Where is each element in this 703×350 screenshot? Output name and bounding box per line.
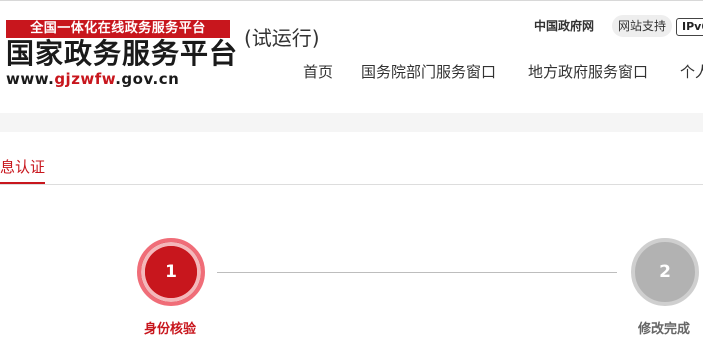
step-2-number: 2 — [659, 262, 671, 282]
logo-url-suffix: .gov.cn — [115, 70, 180, 88]
logo-banner[interactable]: 全国一体化在线政务服务平台 — [6, 20, 230, 38]
nav-item-local-gov[interactable]: 地方政府服务窗口 — [528, 60, 648, 84]
logo-url-highlight: gjzwfw — [54, 70, 116, 88]
nav-item-personal[interactable]: 个人 — [680, 60, 703, 84]
step-2-circle: 2 — [631, 238, 699, 306]
tab-identity-verification[interactable]: 息认证 — [0, 157, 45, 177]
step-2-label: 修改完成 — [638, 322, 691, 337]
logo-url-prefix: www. — [6, 70, 55, 88]
step-1-circle: 1 — [137, 238, 205, 306]
step-connector — [217, 272, 617, 273]
ipv6-badge: IPv6 — [676, 18, 703, 36]
site-support-button[interactable]: 网站支持 — [612, 15, 672, 37]
header-separator-band — [0, 113, 703, 132]
page: 全国一体化在线政务服务平台 国家政务服务平台 www.gjzwfw.gov.cn… — [0, 0, 703, 350]
gov-site-link[interactable]: 中国政府网 — [534, 17, 594, 35]
step-1-number: 1 — [165, 262, 177, 282]
nav-item-home[interactable]: 首页 — [303, 60, 333, 84]
logo-url[interactable]: www.gjzwfw.gov.cn — [6, 70, 179, 88]
top-divider — [0, 0, 703, 1]
trial-label: (试运行) — [244, 26, 320, 50]
nav-item-state-council[interactable]: 国务院部门服务窗口 — [361, 60, 496, 84]
step-1-label: 身份核验 — [144, 322, 197, 337]
logo-title[interactable]: 国家政务服务平台 — [6, 37, 238, 71]
tab-divider — [0, 184, 703, 185]
